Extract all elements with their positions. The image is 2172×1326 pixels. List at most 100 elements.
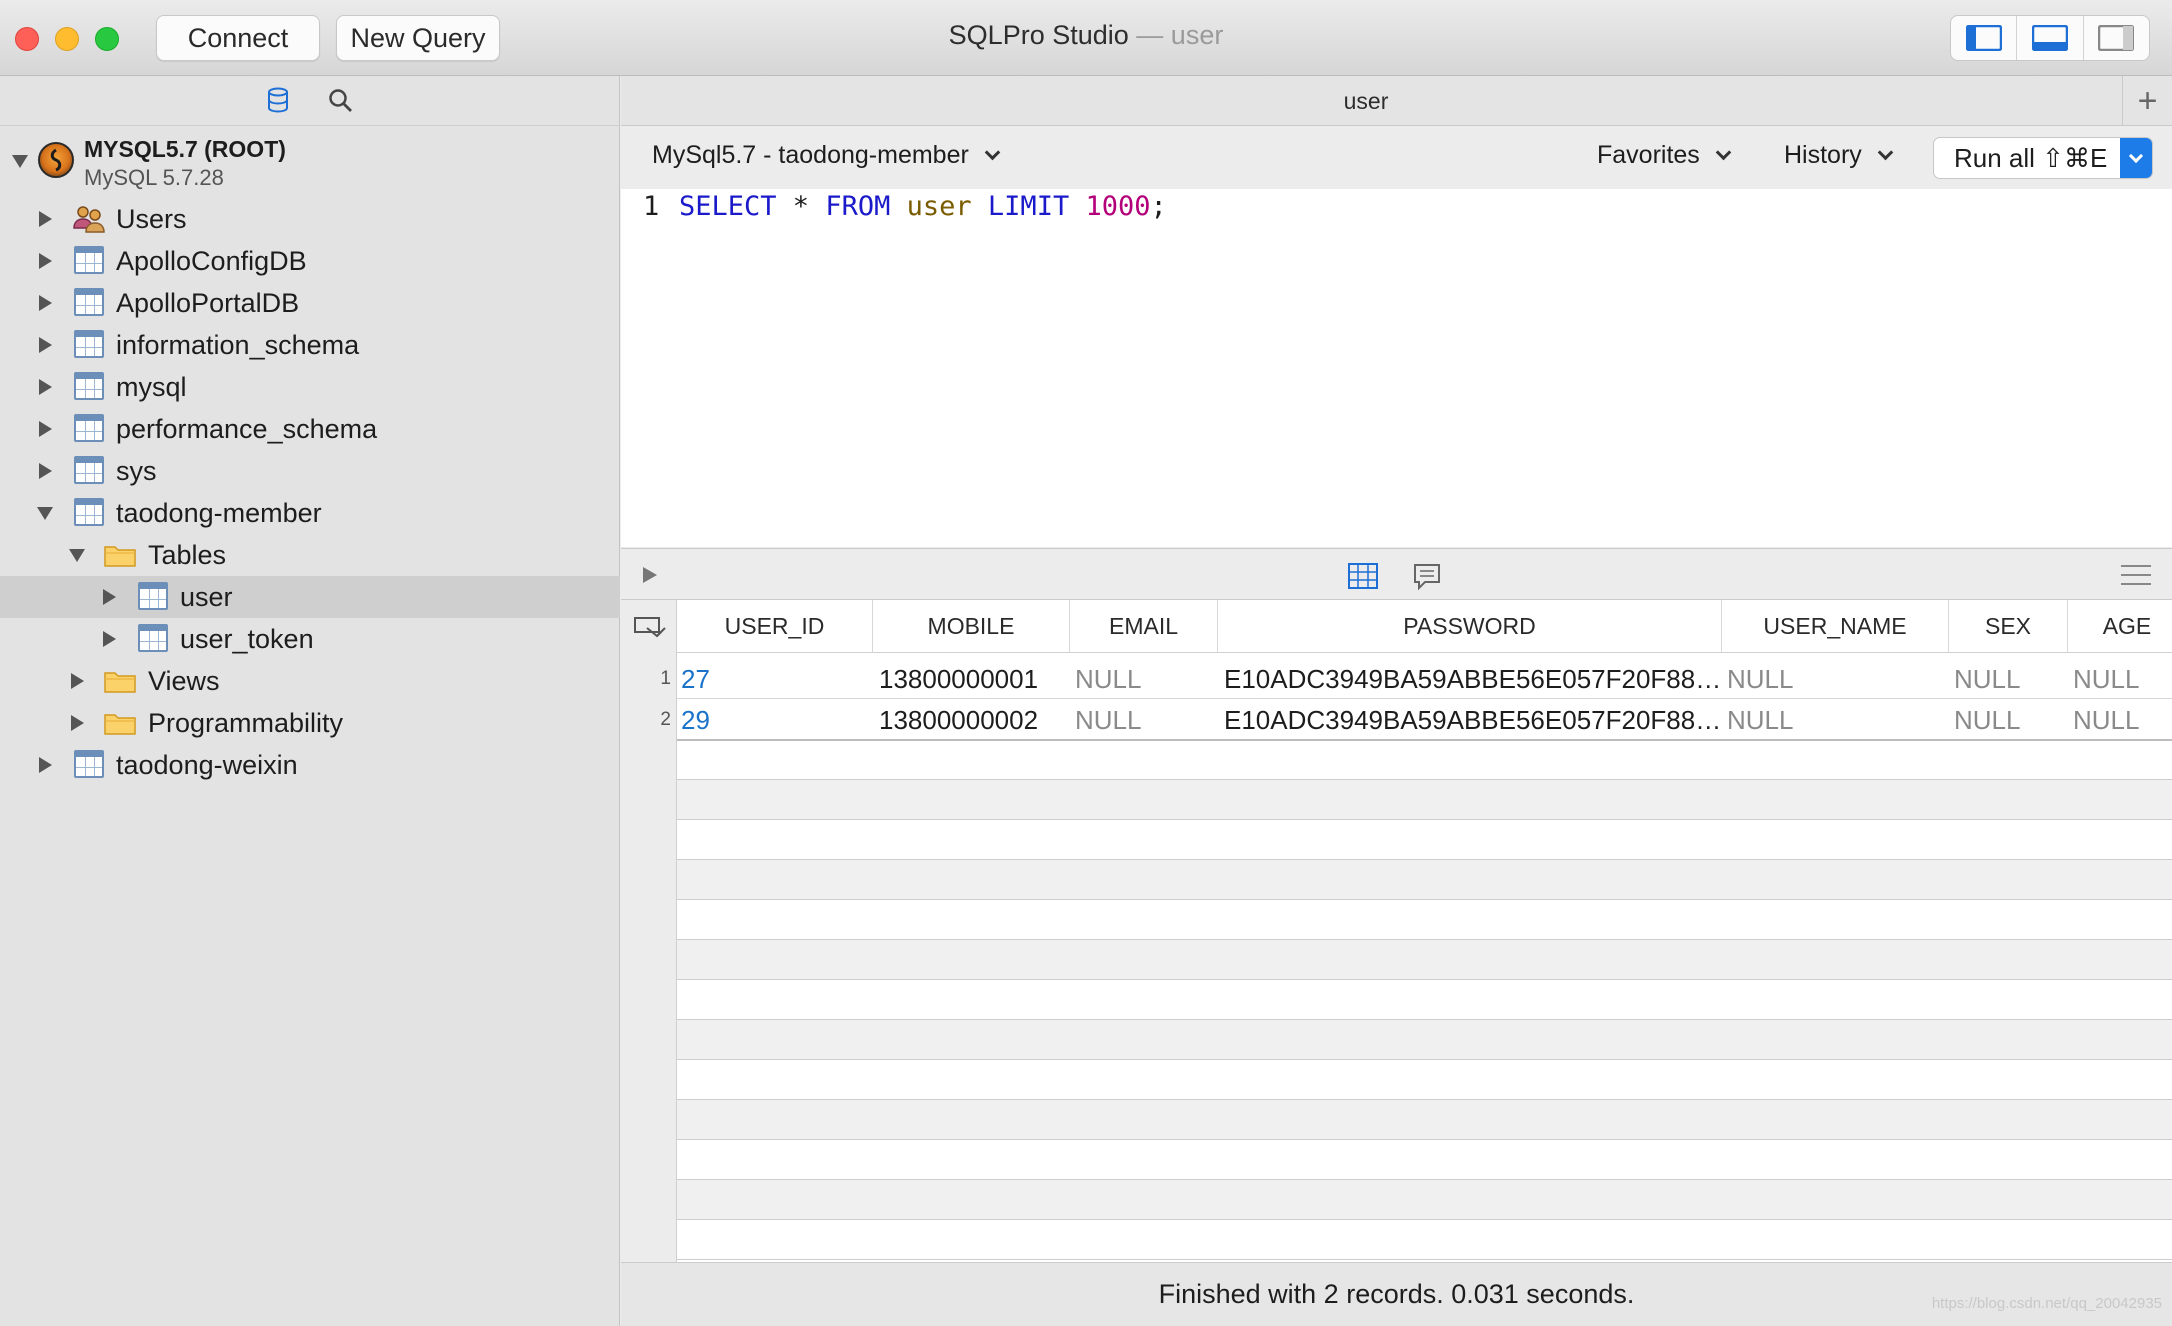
tree-item-database[interactable]: mysql [0,366,620,408]
sql-semicolon: ; [1150,191,1167,222]
tree-item-database[interactable]: sys [0,450,620,492]
table-row[interactable]: 27 13800000001 NULL E10ADC3949BA59ABBE56… [677,659,2172,699]
run-options-dropdown[interactable] [2120,138,2152,178]
disclosure-collapsed-icon[interactable] [34,334,56,356]
disclosure-collapsed-icon[interactable] [98,586,120,608]
disclosure-collapsed-icon[interactable] [34,460,56,482]
tree-item-label: ApolloPortalDB [116,287,300,318]
bottom-panel-icon [2031,25,2068,51]
disclosure-expanded-icon[interactable] [9,150,31,172]
toggle-right-panel-button[interactable] [2084,16,2149,60]
connection-version: MySQL 5.7.28 [84,165,224,190]
cell-email[interactable]: NULL [1075,659,1215,699]
tree-item-label: user [180,581,233,612]
search-icon[interactable] [328,88,354,119]
database-icon[interactable] [266,87,290,118]
title-separator: — [1128,20,1171,50]
favorites-menu[interactable]: Favorites [1597,141,1732,170]
cell-password[interactable]: E10ADC3949BA59ABBE56E057F20F88… [1224,700,1720,740]
disclosure-expanded-icon[interactable] [66,544,88,566]
database-selector[interactable]: MySql5.7 - taodong-member [652,141,1001,170]
chevron-down-icon [984,144,1001,161]
column-header-password[interactable]: PASSWORD [1218,600,1722,653]
disclosure-collapsed-icon[interactable] [34,292,56,314]
wrap-rows-icon[interactable] [633,616,667,640]
disclosure-expanded-icon[interactable] [34,502,56,524]
cell-mobile[interactable]: 13800000001 [879,659,1069,699]
history-menu[interactable]: History [1784,141,1894,170]
tree-item-database[interactable]: performance_schema [0,408,620,450]
disclosure-collapsed-icon[interactable] [98,628,120,650]
cell-mobile[interactable]: 13800000002 [879,700,1069,740]
cell-age[interactable]: NULL [2073,659,2172,699]
tree-item-label: ApolloConfigDB [116,245,307,276]
tree-item-database[interactable]: information_schema [0,324,620,366]
empty-row [677,940,2172,980]
right-panel-icon [2098,25,2135,51]
cell-user-name[interactable]: NULL [1727,659,1947,699]
grid-view-icon[interactable] [1348,563,1378,589]
tree-item-label: information_schema [116,329,360,360]
database-table-icon [74,288,104,316]
menu-icon[interactable] [2119,563,2153,587]
cell-user-name[interactable]: NULL [1727,700,1947,740]
run-all-button[interactable]: Run all ⇧⌘E [1933,137,2153,179]
tree-item-table-user[interactable]: user [0,576,620,618]
tree-item-table-user-token[interactable]: user_token [0,618,620,660]
table-row[interactable]: 29 13800000002 NULL E10ADC3949BA59ABBE56… [677,700,2172,740]
column-header-user-id[interactable]: USER_ID [677,600,873,653]
chevron-down-icon [2128,148,2144,163]
cell-sex[interactable]: NULL [1954,659,2066,699]
column-header-email[interactable]: EMAIL [1070,600,1218,653]
toggle-bottom-panel-button[interactable] [2017,16,2084,60]
database-table-icon [74,372,104,400]
tree-item-users[interactable]: Users [0,198,620,240]
left-panel-icon [1965,25,2002,51]
tree-item-database[interactable]: ApolloPortalDB [0,282,620,324]
disclosure-collapsed-icon[interactable] [34,250,56,272]
database-table-icon [74,750,104,778]
disclosure-collapsed-icon[interactable] [66,670,88,692]
sql-keyword: LIMIT [987,191,1070,222]
connection-node[interactable]: MYSQL5.7 (ROOT) MySQL 5.7.28 [0,128,620,192]
disclosure-collapsed-icon[interactable] [34,376,56,398]
tree-item-database[interactable]: taodong-weixin [0,744,620,786]
cell-user-id[interactable]: 27 [681,659,871,699]
folder-icon [104,546,136,567]
tree-item-label: Users [116,203,187,234]
history-label: History [1784,141,1862,169]
users-icon [73,206,105,233]
tree-item-tables-folder[interactable]: Tables [0,534,620,576]
disclosure-collapsed-icon[interactable] [34,208,56,230]
cell-password[interactable]: E10ADC3949BA59ABBE56E057F20F88… [1224,659,1720,699]
sql-editor[interactable]: 1 SELECT * FROM user LIMIT 1000; [621,189,2172,547]
results-grid: 1 2 USER_ID MOBILE EMAIL PASSWORD USER_N… [621,600,2172,1262]
cell-user-id[interactable]: 29 [681,700,871,740]
add-tab-button[interactable]: + [2122,76,2172,126]
sql-keyword: FROM [825,191,891,222]
cell-age[interactable]: NULL [2073,700,2172,740]
tree-item-label: Programmability [148,707,344,738]
tree-item-database[interactable]: ApolloConfigDB [0,240,620,282]
column-header-age[interactable]: AGE [2068,600,2172,653]
toggle-left-panel-button[interactable] [1951,16,2018,60]
play-icon[interactable] [641,565,659,585]
sql-code[interactable]: SELECT * FROM user LIMIT 1000; [679,191,1167,222]
cell-sex[interactable]: NULL [1954,700,2066,740]
disclosure-collapsed-icon[interactable] [34,754,56,776]
cell-email[interactable]: NULL [1075,700,1215,740]
column-header-mobile[interactable]: MOBILE [873,600,1070,653]
disclosure-collapsed-icon[interactable] [34,418,56,440]
tab-user[interactable]: user [621,88,2111,115]
tree-item-database[interactable]: taodong-member [0,492,620,534]
column-header-user-name[interactable]: USER_NAME [1722,600,1949,653]
watermark: https://blog.csdn.net/qq_20042935 [1931,1295,2162,1312]
column-header-sex[interactable]: SEX [1949,600,2068,653]
sql-identifier: user [906,191,972,222]
disclosure-collapsed-icon[interactable] [66,712,88,734]
empty-row [677,740,2172,780]
messages-icon[interactable] [1413,563,1441,591]
tree-item-programmability-folder[interactable]: Programmability [0,702,620,744]
empty-row [677,820,2172,860]
tree-item-views-folder[interactable]: Views [0,660,620,702]
